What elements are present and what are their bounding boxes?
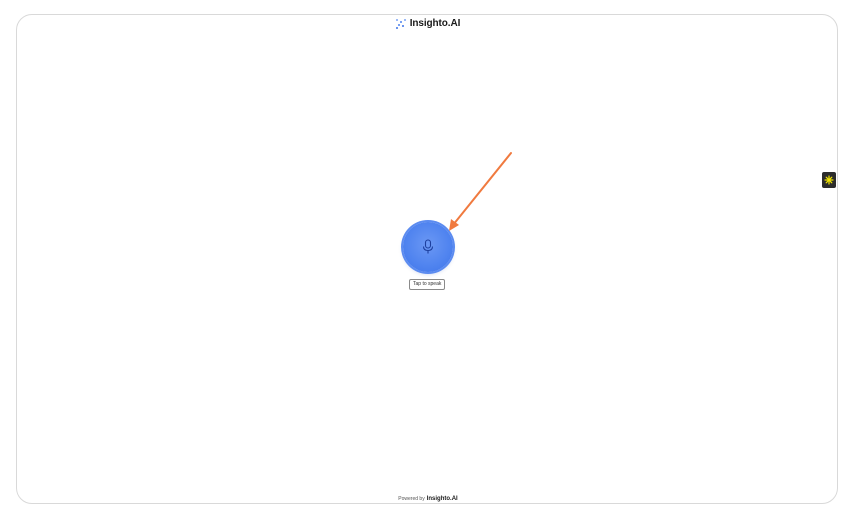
mic-button-wrapper[interactable] [403, 222, 453, 272]
footer-prefix: Powered by [398, 496, 425, 502]
mic-button[interactable] [403, 222, 453, 272]
sparkle-icon [824, 175, 834, 185]
brand-header: Insighto.AI [0, 18, 856, 29]
dots-grid-logo-icon [395, 18, 406, 29]
microphone-icon [422, 239, 434, 254]
footer-brand-link[interactable]: Insighto.AI [427, 496, 458, 502]
side-widget-button[interactable] [822, 172, 836, 188]
brand-name: Insighto.AI [409, 18, 461, 29]
powered-by-footer: Powered by Insighto.AI [0, 496, 856, 502]
tap-to-speak-tooltip: Tap to speak [409, 279, 446, 290]
